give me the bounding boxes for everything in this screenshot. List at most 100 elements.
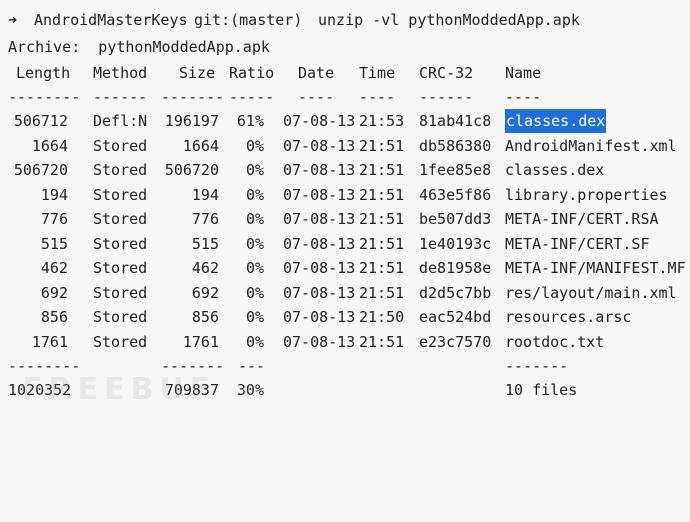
file-method: Stored <box>93 259 148 277</box>
file-length: 462 <box>40 259 68 277</box>
file-ratio: 0% <box>245 185 264 204</box>
file-size: 506720 <box>164 161 219 179</box>
file-name: META-INF/CERT.RSA <box>505 210 659 228</box>
rule-time: ---- <box>359 88 396 106</box>
rule-ratio: ----- <box>229 88 275 106</box>
rule-date: ---- <box>298 88 335 106</box>
file-crc: db586380 <box>419 136 492 155</box>
file-ratio: 0% <box>245 283 264 302</box>
file-crc: e23c7570 <box>419 332 492 351</box>
header-rule: -------- ------ ------- ----- ---- ---- … <box>0 85 541 109</box>
file-method: Stored <box>93 210 148 228</box>
file-method: Stored <box>93 283 148 302</box>
file-crc: eac524bd <box>419 308 492 326</box>
file-ratio: 0% <box>245 259 264 277</box>
rule-method: ------ <box>93 88 148 106</box>
file-method: Stored <box>93 308 148 326</box>
footer-rule-name: ------- <box>505 357 569 375</box>
prompt-directory: AndroidMasterKeys <box>34 11 188 29</box>
file-size: 1761 <box>182 332 219 351</box>
file-name: rootdoc.txt <box>505 332 605 351</box>
archive-line: Archive: pythonModdedApp.apk <box>0 35 270 59</box>
file-time: 21:51 <box>359 332 405 351</box>
file-date: 07-08-13 <box>283 210 356 228</box>
file-length: 515 <box>40 234 68 253</box>
file-time: 21:51 <box>359 234 405 253</box>
file-date: 07-08-13 <box>283 283 356 302</box>
prompt-git-branch: git:(master) <box>194 11 303 29</box>
file-time: 21:51 <box>359 161 405 179</box>
header-date: Date <box>298 64 335 82</box>
header-crc: CRC-32 <box>419 64 474 82</box>
file-date: 07-08-13 <box>283 136 356 155</box>
file-name: META-INF/CERT.SF <box>505 234 650 253</box>
file-method: Stored <box>93 161 148 179</box>
file-crc: 463e5f86 <box>419 185 492 204</box>
file-name: AndroidManifest.xml <box>505 136 677 155</box>
file-method: Stored <box>93 185 148 204</box>
file-method: Stored <box>93 234 148 253</box>
file-method: Stored <box>93 136 148 155</box>
header-time: Time <box>359 64 396 82</box>
file-time: 21:51 <box>359 283 405 302</box>
table-header: Length Method Size Ratio Date Time CRC-3… <box>0 61 541 85</box>
file-size: 194 <box>191 185 219 204</box>
file-length: 692 <box>40 283 68 302</box>
file-method: Stored <box>93 332 148 351</box>
file-date: 07-08-13 <box>283 234 356 253</box>
file-time: 21:51 <box>359 136 405 155</box>
footer-rule-ratio: --- <box>238 357 266 375</box>
file-date: 07-08-13 <box>283 332 356 351</box>
file-ratio: 0% <box>245 210 264 228</box>
file-time: 21:50 <box>359 308 405 326</box>
file-ratio: 0% <box>245 332 264 351</box>
total-files: 10 files <box>505 381 578 399</box>
rule-length: -------- <box>8 88 81 106</box>
file-time: 21:51 <box>359 210 405 228</box>
header-length: Length <box>16 64 71 82</box>
rule-crc: ------ <box>419 88 474 106</box>
file-size: 462 <box>191 259 219 277</box>
file-name: META-INF/MANIFEST.MF <box>505 259 686 277</box>
total-ratio: 30% <box>236 381 264 399</box>
file-time: 21:53 <box>359 112 405 130</box>
file-ratio: 0% <box>245 136 264 155</box>
prompt-arrow-icon: ➜ <box>8 11 18 29</box>
file-length: 856 <box>40 308 68 326</box>
file-ratio: 0% <box>245 234 264 253</box>
file-name: resources.arsc <box>505 308 632 326</box>
file-name: library.properties <box>505 185 668 204</box>
rule-size: ------- <box>161 88 225 106</box>
file-size: 515 <box>191 234 219 253</box>
file-crc: 1fee85e8 <box>419 161 492 179</box>
header-method: Method <box>93 64 148 82</box>
file-time: 21:51 <box>359 259 405 277</box>
file-crc: 1e40193c <box>419 234 492 253</box>
file-length: 1761 <box>31 332 68 351</box>
terminal-window[interactable]: ➜ AndroidMasterKeys git:(master) unzip -… <box>0 0 690 415</box>
file-ratio: 61% <box>236 112 264 130</box>
file-size: 692 <box>191 283 219 302</box>
file-size: 856 <box>191 308 219 326</box>
file-length: 776 <box>40 210 68 228</box>
header-name: Name <box>505 64 542 82</box>
file-length: 1664 <box>31 136 68 155</box>
header-size: Size <box>179 64 216 82</box>
file-date: 07-08-13 <box>283 308 356 326</box>
file-date: 07-08-13 <box>283 112 356 130</box>
file-crc: de81958e <box>419 259 492 277</box>
file-name: classes.dex <box>505 109 607 133</box>
file-length: 506712 <box>13 112 68 130</box>
file-ratio: 0% <box>245 308 264 326</box>
file-size: 196197 <box>164 112 219 130</box>
freebuf-watermark: FREEBUF <box>22 372 217 407</box>
header-ratio: Ratio <box>229 64 275 82</box>
file-time: 21:51 <box>359 185 405 204</box>
archive-text: Archive: pythonModdedApp.apk <box>8 38 270 56</box>
file-length: 506720 <box>13 161 68 179</box>
file-crc: be507dd3 <box>419 210 492 228</box>
file-date: 07-08-13 <box>283 259 356 277</box>
rule-name: ---- <box>505 88 542 106</box>
file-size: 776 <box>191 210 219 228</box>
file-crc: 81ab41c8 <box>419 112 492 130</box>
